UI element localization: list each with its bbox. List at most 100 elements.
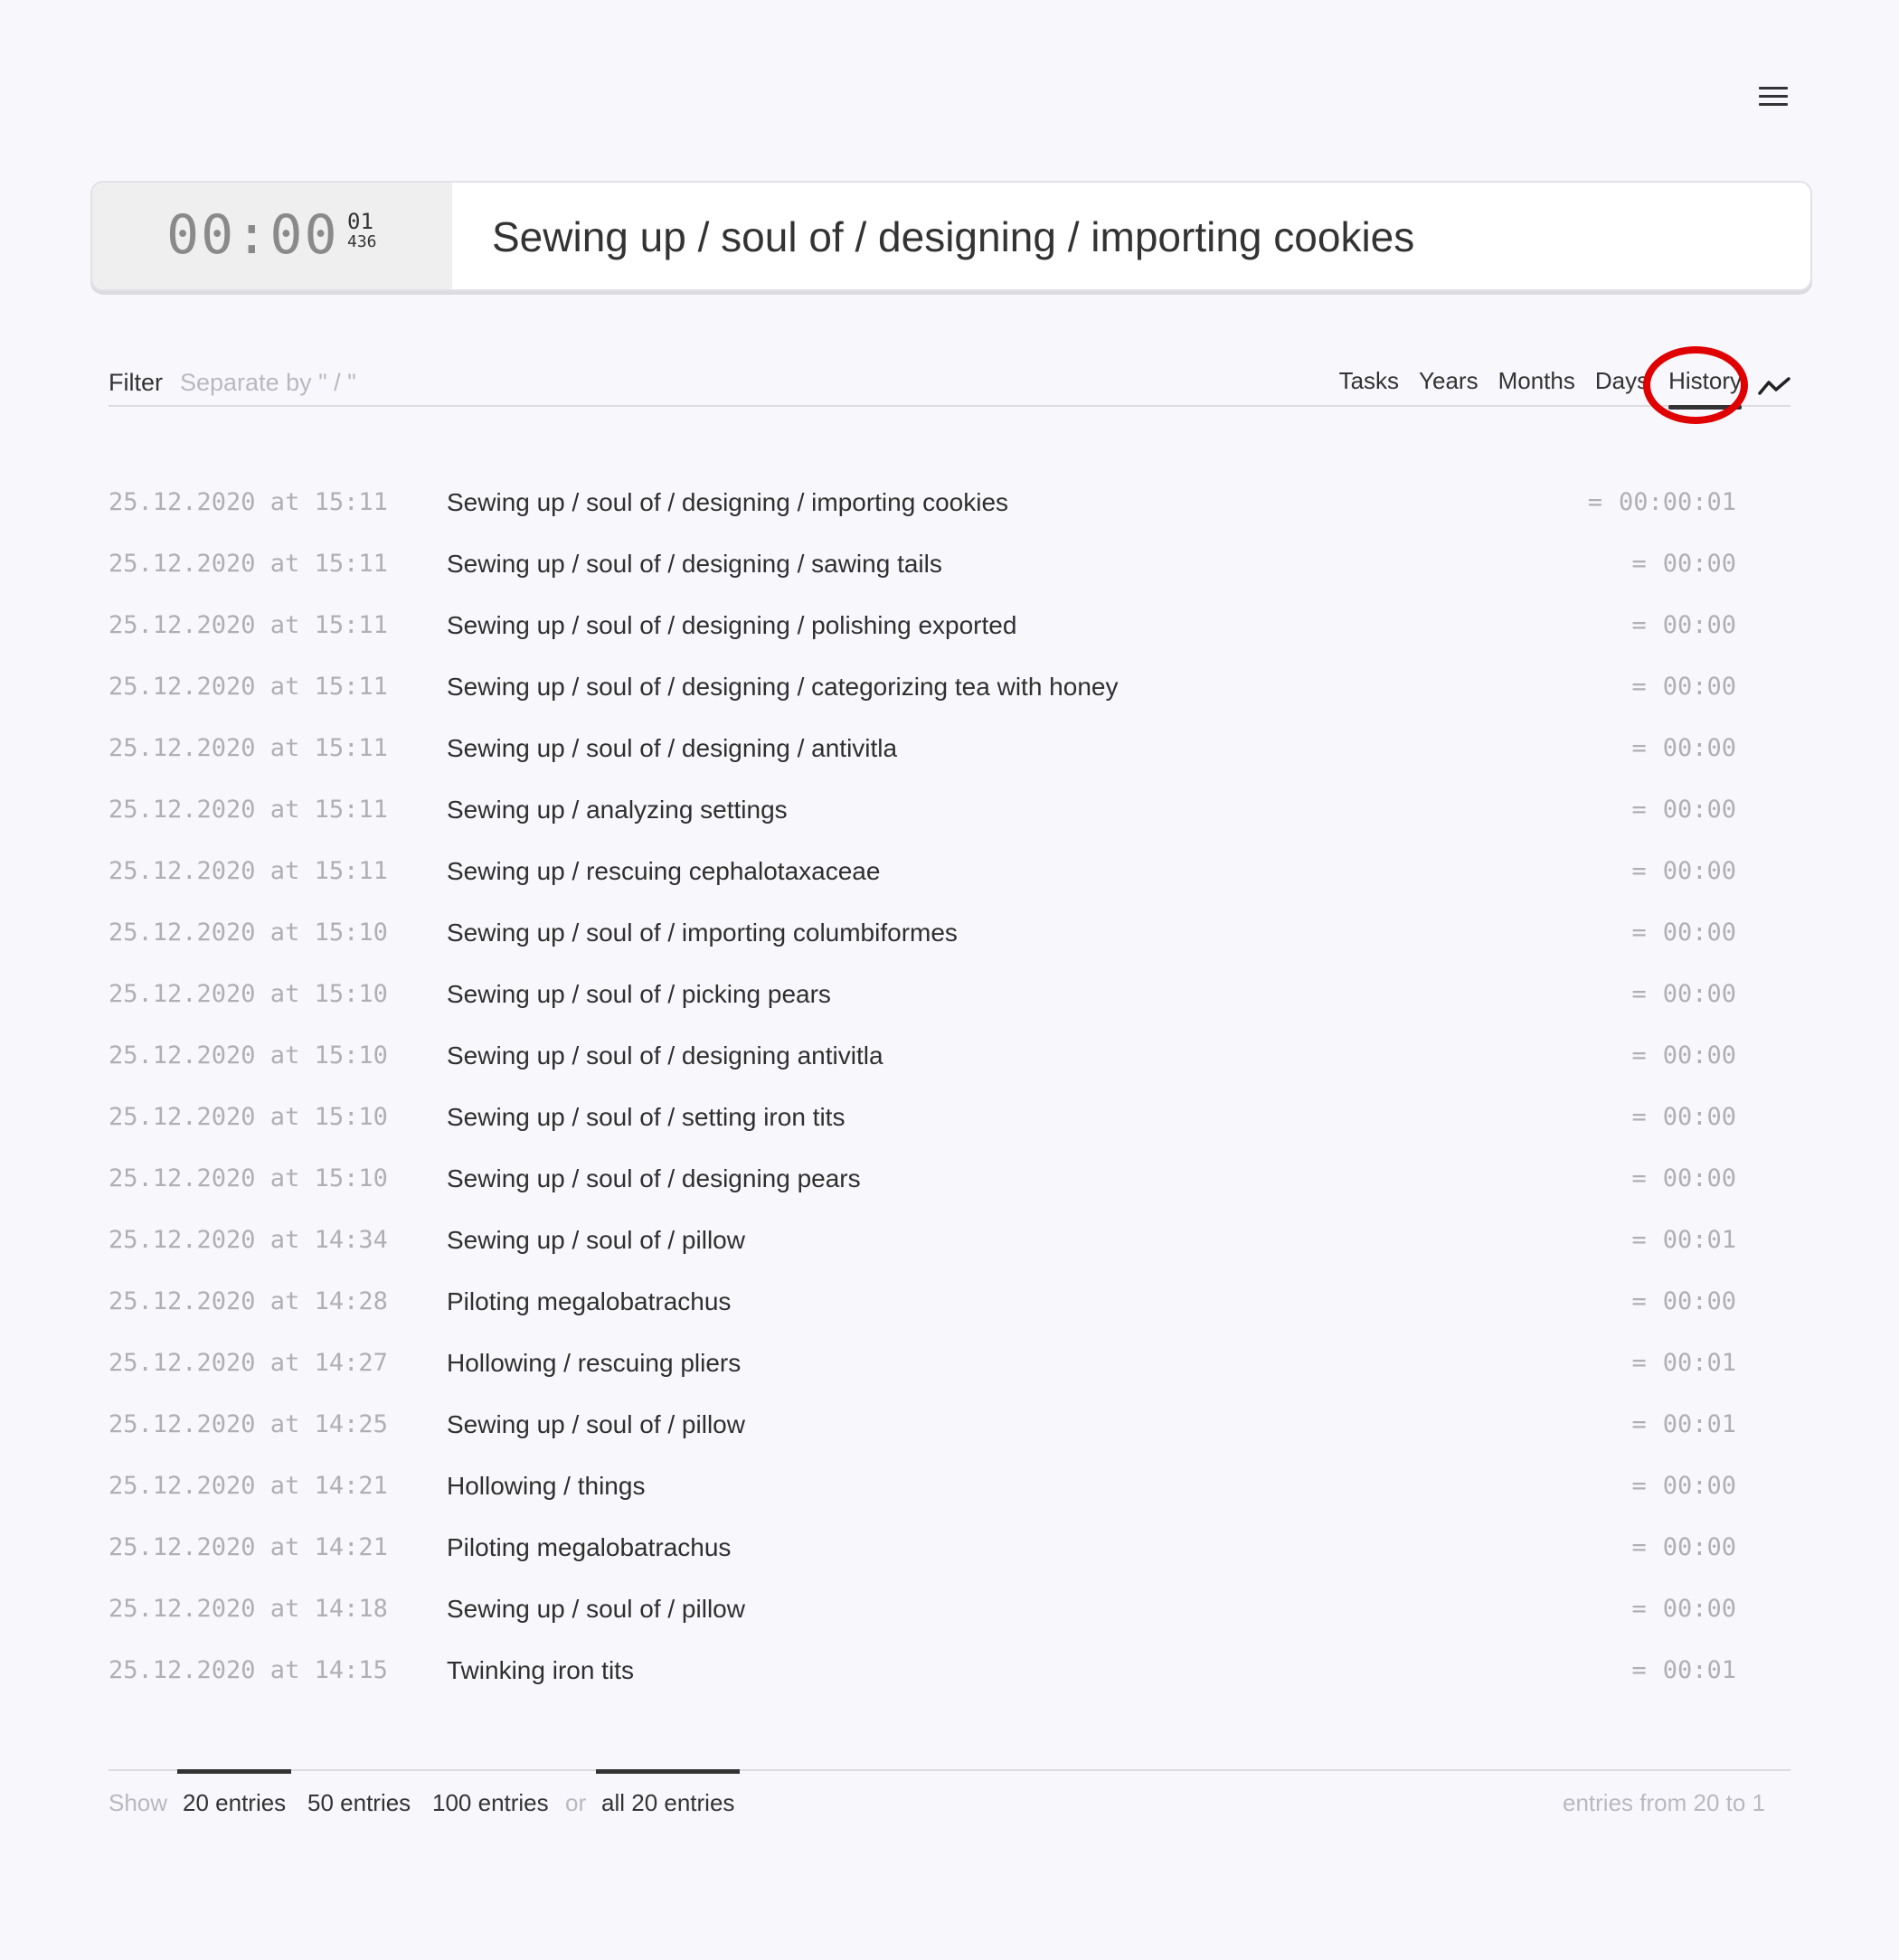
timer-milliseconds: 436 xyxy=(347,232,377,251)
history-row[interactable]: 25.12.2020 at 15:11 Sewing up / soul of /… xyxy=(109,664,1736,725)
filter-label: Filter xyxy=(109,369,163,396)
filter-input[interactable] xyxy=(178,365,724,400)
history-row[interactable]: 25.12.2020 at 15:10 Sewing up / soul of /… xyxy=(109,971,1736,1032)
history-row[interactable]: 25.12.2020 at 15:10 Sewing up / soul of /… xyxy=(109,909,1736,971)
timer-main: 00:00 xyxy=(166,203,339,267)
history-duration: = 00:00 xyxy=(1631,796,1736,824)
duration-value: 00:00 xyxy=(1662,1103,1736,1131)
show-100-entries[interactable]: 100 entries xyxy=(432,1789,549,1817)
tab-tasks[interactable]: Tasks xyxy=(1339,367,1399,404)
history-task[interactable]: Sewing up / soul of / importing columbif… xyxy=(447,919,958,947)
line-chart-icon[interactable] xyxy=(1758,375,1790,397)
history-task[interactable]: Sewing up / soul of / picking pears xyxy=(447,980,831,1009)
show-20-entries[interactable]: 20 entries xyxy=(176,1769,292,1817)
history-duration: = 00:00 xyxy=(1631,1164,1736,1192)
history-row[interactable]: 25.12.2020 at 14:21 Piloting megalobatrac… xyxy=(109,1524,1736,1586)
history-date: 25.12.2020 at 15:10 xyxy=(109,919,388,947)
history-row[interactable]: 25.12.2020 at 14:34 Sewing up / soul of /… xyxy=(109,1217,1736,1278)
tab-history[interactable]: History xyxy=(1668,367,1742,410)
history-row[interactable]: 25.12.2020 at 14:28 Piloting megalobatrac… xyxy=(109,1278,1736,1340)
history-task[interactable]: Hollowing / rescuing pliers xyxy=(447,1349,741,1378)
history-task[interactable]: Sewing up / soul of / designing / catego… xyxy=(447,673,1118,702)
tab-years[interactable]: Years xyxy=(1419,367,1479,404)
history-task[interactable]: Sewing up / soul of / designing / antivi… xyxy=(447,734,897,763)
history-duration: = 00:01 xyxy=(1631,1656,1736,1684)
history-row[interactable]: 25.12.2020 at 15:10 Sewing up / soul of /… xyxy=(109,1032,1736,1094)
history-list: 25.12.2020 at 15:11 Sewing up / soul of /… xyxy=(109,479,1736,1709)
history-row[interactable]: 25.12.2020 at 15:10 Sewing up / soul of /… xyxy=(109,1094,1736,1155)
current-task-input[interactable] xyxy=(490,203,1778,271)
history-task[interactable]: Sewing up / soul of / designing / sawing… xyxy=(447,550,942,579)
filter-row: Filter Tasks Years Months Days History xyxy=(109,362,1790,410)
history-duration: = 00:00 xyxy=(1631,919,1736,947)
history-row[interactable]: 25.12.2020 at 15:11 Sewing up / analyzing… xyxy=(109,787,1736,848)
history-date: 25.12.2020 at 15:11 xyxy=(109,673,388,701)
duration-value: 00:00 xyxy=(1662,796,1736,824)
duration-value: 00:00 xyxy=(1662,1041,1736,1070)
history-task[interactable]: Sewing up / soul of / designing / import… xyxy=(447,488,1008,517)
history-row[interactable]: 25.12.2020 at 15:11 Sewing up / soul of /… xyxy=(109,479,1736,541)
history-duration: = 00:00 xyxy=(1631,1041,1736,1070)
timer-display[interactable]: 00:00 01 436 xyxy=(92,183,452,289)
history-row[interactable]: 25.12.2020 at 15:11 Sewing up / soul of /… xyxy=(109,602,1736,664)
history-task[interactable]: Sewing up / soul of / designing pears xyxy=(447,1164,861,1193)
duration-equals: = xyxy=(1587,488,1602,516)
history-date: 25.12.2020 at 15:11 xyxy=(109,796,388,824)
duration-equals: = xyxy=(1631,1656,1647,1684)
history-row[interactable]: 25.12.2020 at 15:11 Sewing up / soul of /… xyxy=(109,541,1736,602)
history-row[interactable]: 25.12.2020 at 15:11 Sewing up / soul of /… xyxy=(109,725,1736,787)
history-task[interactable]: Piloting megalobatrachus xyxy=(447,1287,731,1316)
tab-days[interactable]: Days xyxy=(1595,367,1649,404)
history-duration: = 00:00 xyxy=(1631,1103,1736,1131)
duration-equals: = xyxy=(1631,1533,1647,1561)
pagination-footer: Show 20 entries 50 entries 100 entries o… xyxy=(109,1769,1790,1816)
history-row[interactable]: 25.12.2020 at 14:18 Sewing up / soul of /… xyxy=(109,1586,1736,1647)
show-all-entries[interactable]: all 20 entries xyxy=(595,1769,741,1817)
history-task[interactable]: Piloting megalobatrachus xyxy=(447,1533,731,1562)
duration-equals: = xyxy=(1631,1349,1647,1377)
tab-months[interactable]: Months xyxy=(1498,367,1575,404)
history-duration: = 00:00 xyxy=(1631,734,1736,762)
duration-equals: = xyxy=(1631,857,1647,885)
history-task[interactable]: Sewing up / soul of / setting iron tits xyxy=(447,1103,845,1132)
history-task[interactable]: Sewing up / soul of / designing antivitl… xyxy=(447,1041,883,1070)
history-duration: = 00:00 xyxy=(1631,1533,1736,1561)
duration-value: 00:00 xyxy=(1662,673,1736,701)
history-task[interactable]: Sewing up / soul of / pillow xyxy=(447,1226,745,1255)
duration-value: 00:00 xyxy=(1662,550,1736,578)
view-tabs: Tasks Years Months Days History xyxy=(1319,367,1790,410)
history-row[interactable]: 25.12.2020 at 14:15 Twinking iron tits = 00… xyxy=(109,1647,1736,1709)
history-task[interactable]: Sewing up / soul of / pillow xyxy=(447,1410,745,1439)
history-date: 25.12.2020 at 15:11 xyxy=(109,550,388,578)
history-task[interactable]: Sewing up / analyzing settings xyxy=(447,796,788,825)
history-task[interactable]: Sewing up / soul of / pillow xyxy=(447,1595,745,1624)
history-date: 25.12.2020 at 14:25 xyxy=(109,1410,388,1438)
history-duration: = 00:00 xyxy=(1631,550,1736,578)
duration-value: 00:00 xyxy=(1662,611,1736,639)
duration-value: 00:01 xyxy=(1662,1226,1736,1254)
history-row[interactable]: 25.12.2020 at 14:21 Hollowing / things = 00… xyxy=(109,1463,1736,1524)
duration-value: 00:00 xyxy=(1662,1472,1736,1500)
history-row[interactable]: 25.12.2020 at 15:11 Sewing up / rescuing … xyxy=(109,848,1736,909)
history-task[interactable]: Twinking iron tits xyxy=(447,1656,634,1685)
history-row[interactable]: 25.12.2020 at 14:25 Sewing up / soul of /… xyxy=(109,1401,1736,1463)
history-date: 25.12.2020 at 14:18 xyxy=(109,1595,388,1623)
history-date: 25.12.2020 at 15:11 xyxy=(109,488,388,516)
duration-value: 00:00 xyxy=(1662,919,1736,947)
history-task[interactable]: Sewing up / soul of / designing / polish… xyxy=(447,611,1016,640)
timer-seconds: 01 xyxy=(347,209,373,234)
or-label: or xyxy=(565,1789,587,1816)
duration-equals: = xyxy=(1631,1287,1647,1315)
history-task[interactable]: Hollowing / things xyxy=(447,1472,645,1501)
history-duration: = 00:00 xyxy=(1631,611,1736,639)
show-50-entries[interactable]: 50 entries xyxy=(307,1789,411,1817)
history-row[interactable]: 25.12.2020 at 15:10 Sewing up / soul of /… xyxy=(109,1155,1736,1217)
history-row[interactable]: 25.12.2020 at 14:27 Hollowing / rescuing … xyxy=(109,1340,1736,1401)
duration-equals: = xyxy=(1631,1226,1647,1254)
history-task[interactable]: Sewing up / rescuing cephalotaxaceae xyxy=(447,857,880,886)
hamburger-menu-icon[interactable] xyxy=(1759,87,1788,107)
duration-equals: = xyxy=(1631,611,1647,639)
duration-value: 00:00 xyxy=(1662,1287,1736,1315)
history-duration: = 00:00 xyxy=(1631,980,1736,1008)
duration-value: 00:00:01 xyxy=(1618,488,1736,516)
